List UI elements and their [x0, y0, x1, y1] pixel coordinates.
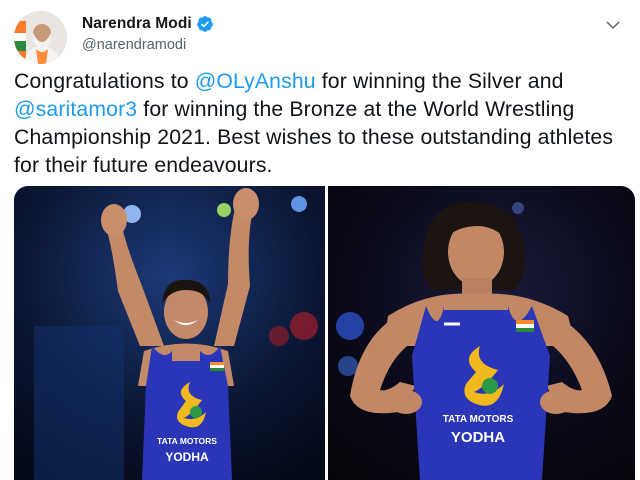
author-name-row: Narendra Modi [82, 15, 214, 33]
mention-link-saritamor3[interactable]: @saritamor3 [14, 98, 137, 121]
tweet-card[interactable]: Narendra Modi @narendramodi Congratulati… [0, 0, 640, 480]
wrestler-photo-right: TATA MOTORS YODHA [328, 186, 635, 480]
author-display-name[interactable]: Narendra Modi [82, 15, 192, 33]
verified-badge-icon [196, 16, 213, 32]
wrestler-photo-left: TATA MOTORS YODHA [14, 186, 325, 480]
avatar-image [14, 11, 67, 64]
author-avatar[interactable] [14, 11, 67, 64]
jersey-text-right-line2: YODHA [451, 429, 505, 446]
mention-link-olyanshu[interactable]: @OLyAnshu [195, 70, 316, 93]
tweet-text: Congratulations to @OLyAnshu for winning… [14, 68, 629, 180]
tweet-photo-left[interactable]: TATA MOTORS YODHA [14, 186, 325, 480]
jersey-text-right-line1: TATA MOTORS [443, 414, 514, 425]
tweet-photo-right[interactable]: TATA MOTORS YODHA [328, 186, 635, 480]
jersey-text-left-line2: YODHA [165, 450, 209, 464]
tweet-text-segment: for winning the Silver and [315, 70, 564, 93]
tweet-text-segment: Congratulations to [14, 70, 195, 93]
author-handle[interactable]: @narendramodi [82, 37, 186, 53]
chevron-down-icon[interactable] [604, 16, 622, 34]
jersey-text-left-line1: TATA MOTORS [157, 436, 217, 446]
